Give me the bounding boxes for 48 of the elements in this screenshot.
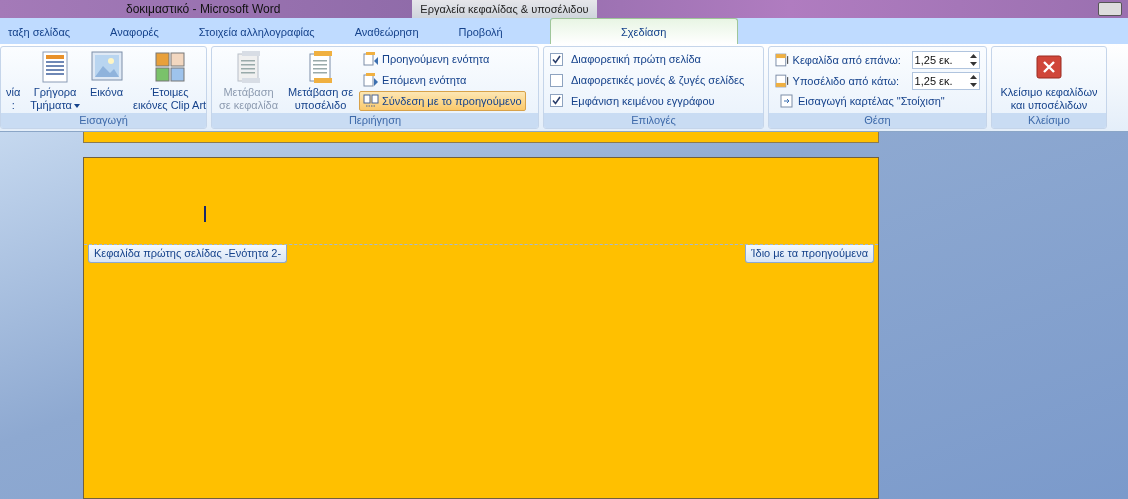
minimize-button[interactable] [1098, 2, 1122, 16]
checkbox-option[interactable]: Διαφορετική πρώτη σελίδα [550, 49, 757, 70]
ribbon-button[interactable]: νία : [4, 49, 25, 111]
checkbox-option[interactable]: Εμφάνιση κειμένου εγγράφου [550, 90, 757, 111]
tab-stop-icon [779, 94, 795, 109]
window-title: δοκιμαστικό - Microsoft Word [126, 2, 281, 16]
previous-section-icon [363, 52, 380, 66]
landscape-icon [90, 51, 123, 83]
contextual-tab-group-label: Εργαλεία κεφαλίδας & υποσέλιδου [412, 0, 597, 18]
group-label: Κλείσιμο [992, 113, 1106, 128]
ribbon-button[interactable]: Εικόνα [85, 49, 128, 111]
same-as-previous-tag: Ίδιο με τα προηγούμενα [745, 245, 874, 263]
field-label: Υποσέλιδο από κάτω: [792, 74, 901, 87]
ribbon-tab[interactable]: Προβολή [441, 20, 520, 44]
ribbon-button[interactable]: Σύνδεση με το προηγούμενο [359, 91, 526, 111]
spinner-arrows-icon[interactable] [970, 52, 977, 67]
group-label: Επιλογές [544, 113, 763, 128]
clip-art-icon [154, 51, 185, 83]
group-label: Περιήγηση [212, 113, 538, 128]
ribbon-tab[interactable]: ταξη σελίδας [0, 20, 88, 44]
spinner-arrows-icon[interactable] [970, 73, 977, 88]
spin-field[interactable]: 1,25 εκ. [911, 71, 980, 90]
document-icon [40, 51, 71, 83]
ribbon-button[interactable]: Επόμενη ενότητα [359, 70, 526, 90]
ribbon-button[interactable]: Μετάβαση σε υποσέλιδο [284, 49, 358, 111]
spin-field[interactable]: 1,25 εκ. [911, 50, 980, 69]
field-label: Κεφαλίδα από επάνω: [792, 53, 902, 66]
checkbox[interactable] [550, 94, 563, 108]
checkbox[interactable] [550, 73, 563, 87]
ribbon-tab[interactable]: Στοιχεία αλληλογραφίας [181, 20, 332, 44]
text-cursor [204, 206, 206, 222]
link-icon [363, 94, 380, 108]
close-header-footer-button[interactable]: Κλείσιμο κεφαλίδων και υποσέλιδων [996, 49, 1102, 111]
next-section-icon [363, 73, 380, 87]
ribbon-tab[interactable]: Αναθεώρηση [337, 20, 436, 44]
checkbox-option[interactable]: Διαφορετικές μονές & ζυγές σελίδες [550, 69, 757, 91]
group-label: Εισαγωγή [1, 113, 206, 128]
header-position-icon [775, 52, 791, 67]
header-section-tag: Κεφαλίδα πρώτης σελίδας -Ενότητα 2- [88, 245, 288, 263]
checkbox[interactable] [550, 52, 563, 66]
ribbon-button[interactable]: Γρήγορα Τμήματα [26, 49, 84, 111]
ribbon-button[interactable]: Έτοιμες εικόνες Clip Art [129, 49, 206, 111]
ribbon-tab[interactable]: Σχεδίαση [549, 18, 738, 44]
footer-position-icon [775, 73, 791, 88]
ribbon-button[interactable]: Προηγούμενη ενότητα [359, 49, 526, 69]
ribbon-tab[interactable]: Αναφορές [93, 20, 176, 44]
group-label: Θέση [769, 113, 986, 128]
ribbon-button[interactable]: Εισαγωγή καρτέλας "Στοίχιση" [775, 91, 980, 111]
